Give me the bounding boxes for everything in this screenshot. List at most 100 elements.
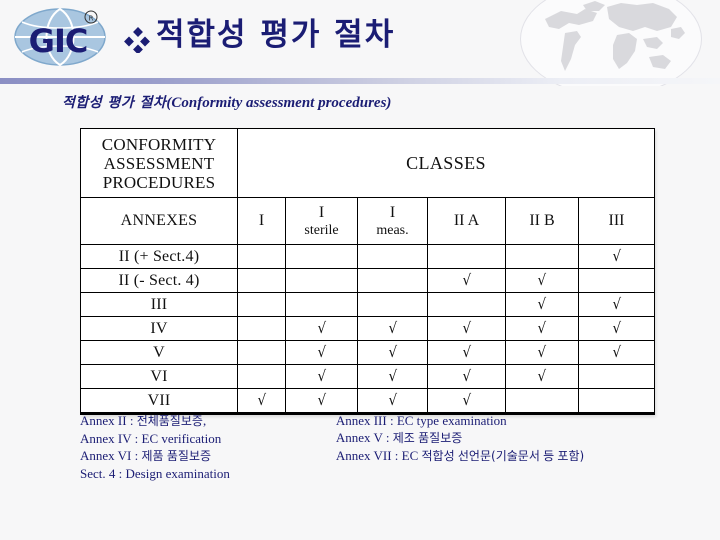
class-header-main: I xyxy=(318,203,325,221)
matrix-cell-checked: √ xyxy=(427,364,506,389)
check-mark-icon: √ xyxy=(388,366,397,385)
footnote-line: Annex III : EC type examination xyxy=(335,413,507,428)
matrix-cell-empty xyxy=(427,292,506,317)
table-row: VI √ √ √ √ xyxy=(80,364,656,389)
check-mark-icon: √ xyxy=(317,390,326,409)
matrix-cell-empty xyxy=(237,268,286,293)
matrix-cell-empty xyxy=(505,244,579,269)
footnote-column-left: Annex II : 전체품질보증, Annex IV : EC verifica… xyxy=(80,412,314,482)
matrix-cell-checked: √ xyxy=(505,316,579,341)
matrix-cell-checked: √ xyxy=(577,292,656,317)
row-label: II (+ Sect.4) xyxy=(80,244,238,269)
check-mark-icon: √ xyxy=(317,342,326,361)
check-mark-icon: √ xyxy=(462,318,471,337)
corner-header-cell: CONFORMITY ASSESSMENT PROCEDURES xyxy=(80,128,238,198)
check-mark-icon: √ xyxy=(462,270,471,289)
matrix-cell-checked: √ xyxy=(427,316,506,341)
matrix-cell-empty xyxy=(237,292,286,317)
matrix-cell-empty xyxy=(285,244,358,269)
table-row: II (+ Sect.4) √ xyxy=(80,244,656,269)
matrix-cell-empty xyxy=(357,268,428,293)
check-mark-icon: √ xyxy=(462,342,471,361)
matrix-cell-checked: √ xyxy=(285,316,358,341)
matrix-cell-checked: √ xyxy=(577,316,656,341)
matrix-cell-checked: √ xyxy=(357,364,428,389)
check-mark-icon: √ xyxy=(537,318,547,337)
world-map-globe-icon xyxy=(520,0,702,86)
check-mark-icon: √ xyxy=(612,342,621,361)
class-header-sub: sterile xyxy=(304,222,339,238)
matrix-cell-checked: √ xyxy=(357,316,428,341)
page-title: 적합성 평가 절차 xyxy=(156,17,396,53)
class-header-main: III xyxy=(608,212,625,229)
class-header-ii-b: II B xyxy=(505,197,579,245)
subtitle-korean: 적합성 평가 절차 xyxy=(62,95,167,111)
footnote-line: Annex VII : EC 적합성 선언문(기술문서 등 포함) xyxy=(335,448,585,463)
table-row: V √ √ √ √ √ xyxy=(80,340,656,365)
matrix-cell-checked: √ xyxy=(427,340,506,365)
class-header-main: II A xyxy=(453,212,480,229)
check-mark-icon: √ xyxy=(388,318,397,337)
class-header-main: I xyxy=(389,203,396,221)
conformity-assessment-table: CONFORMITY ASSESSMENT PROCEDURES CLASSES… xyxy=(80,128,656,415)
class-header-i: I xyxy=(237,197,286,245)
row-label: VI xyxy=(80,364,238,389)
annexes-header-cell: ANNEXES xyxy=(80,197,238,245)
class-header-ii-a: II A xyxy=(427,197,506,245)
matrix-cell-empty xyxy=(237,244,286,269)
svg-text:R: R xyxy=(89,15,94,23)
class-header-main: II B xyxy=(529,212,555,229)
check-mark-icon: √ xyxy=(317,366,326,385)
matrix-cell-checked: √ xyxy=(505,268,579,293)
matrix-cell-empty xyxy=(577,268,656,293)
footnote-line: Annex IV : EC verification xyxy=(80,431,222,446)
table-header-row-2: ANNEXES I I sterile I meas. II A II B II… xyxy=(80,197,656,245)
page-header: GIC R 적합성 평가 절차 xyxy=(0,0,720,86)
check-mark-icon: √ xyxy=(388,390,397,409)
check-mark-icon: √ xyxy=(537,294,547,313)
classes-header-cell: CLASSES xyxy=(236,128,656,198)
matrix-cell-checked: √ xyxy=(427,268,506,293)
matrix-cell-checked: √ xyxy=(577,340,656,365)
class-header-sub: meas. xyxy=(376,222,409,238)
row-label: III xyxy=(80,292,238,317)
matrix-cell-checked: √ xyxy=(357,340,428,365)
footnote-line: Annex VI : 제품 품질보증 xyxy=(80,448,212,463)
matrix-cell-checked: √ xyxy=(505,364,579,389)
check-mark-icon: √ xyxy=(257,390,266,409)
check-mark-icon: √ xyxy=(537,366,547,385)
row-label: VII xyxy=(80,388,238,415)
matrix-cell-checked: √ xyxy=(505,292,579,317)
svg-text:GIC: GIC xyxy=(29,22,88,60)
matrix-cell-empty xyxy=(505,388,579,415)
matrix-cell-empty xyxy=(237,316,286,341)
matrix-cell-checked: √ xyxy=(285,340,358,365)
class-header-i-sterile: I sterile xyxy=(285,197,358,245)
matrix-cell-checked: √ xyxy=(577,244,656,269)
matrix-cell-checked: √ xyxy=(357,388,428,415)
matrix-cell-checked: √ xyxy=(427,388,506,415)
matrix-cell-empty xyxy=(357,292,428,317)
table-row: VII √ √ √ √ xyxy=(80,388,656,415)
class-header-i-meas: I meas. xyxy=(357,197,428,245)
table-row: II (- Sect. 4) √ √ xyxy=(80,268,656,293)
check-mark-icon: √ xyxy=(612,246,621,265)
matrix-cell-empty xyxy=(285,292,358,317)
table-row: IV √ √ √ √ √ xyxy=(80,316,656,341)
check-mark-icon: √ xyxy=(612,318,621,337)
matrix-cell-checked: √ xyxy=(285,364,358,389)
row-label: II (- Sect. 4) xyxy=(80,268,238,293)
subtitle-english: (Conformity assessment procedures) xyxy=(166,95,392,111)
check-mark-icon: √ xyxy=(537,342,547,361)
table-row: III √ √ xyxy=(80,292,656,317)
header-divider xyxy=(0,78,720,84)
matrix-cell-checked: √ xyxy=(237,388,286,415)
matrix-cell-empty xyxy=(427,244,506,269)
footnote-line: Sect. 4 : Design examination xyxy=(80,466,230,481)
check-mark-icon: √ xyxy=(462,390,471,409)
row-label: V xyxy=(80,340,238,365)
matrix-cell-checked: √ xyxy=(505,340,579,365)
matrix-cell-empty xyxy=(285,268,358,293)
matrix-cell-empty xyxy=(577,364,656,389)
diamond-bullet-icon xyxy=(124,27,150,55)
